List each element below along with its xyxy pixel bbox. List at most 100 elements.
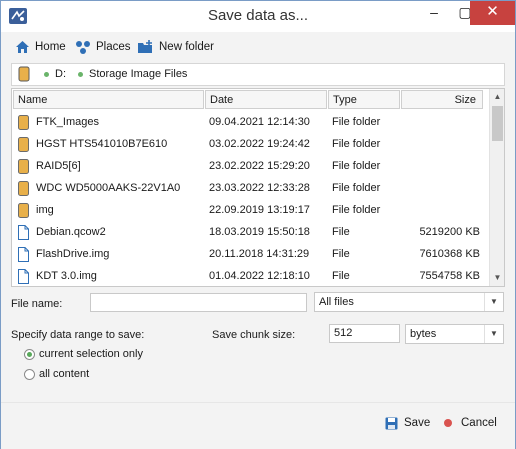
save-button[interactable]: Save bbox=[385, 415, 430, 431]
folder-icon bbox=[18, 115, 29, 130]
cancel-icon bbox=[444, 419, 452, 427]
cancel-label: Cancel bbox=[461, 417, 497, 429]
radio-current-selection-label[interactable]: current selection only bbox=[39, 348, 143, 360]
chevron-down-icon[interactable]: ▼ bbox=[484, 325, 503, 343]
chunk-unit-select[interactable]: bytes ▼ bbox=[405, 324, 504, 344]
save-icon bbox=[385, 417, 398, 429]
column-header-type[interactable]: Type bbox=[328, 90, 400, 109]
new-folder-label: New folder bbox=[159, 41, 214, 53]
file-row[interactable]: Debian.qcow2 18.03.2019 15:50:18 File 52192… bbox=[12, 221, 489, 243]
file-date-cell: 23.03.2022 12:33:28 bbox=[209, 182, 310, 194]
file-type-cell: File folder bbox=[332, 116, 381, 128]
vertical-scrollbar[interactable]: ▲ ▼ bbox=[489, 89, 504, 286]
file-row[interactable]: img 22.09.2019 13:19:17 File folder bbox=[12, 199, 489, 221]
folder-icon bbox=[18, 181, 29, 196]
file-list[interactable]: Name Date Type Size FTK_Images 09.04.2021… bbox=[11, 88, 505, 287]
column-header-date[interactable]: Date bbox=[205, 90, 327, 109]
breadcrumb-label: D: bbox=[55, 68, 66, 80]
file-row[interactable]: RAID5[6] 23.02.2022 15:29:20 File folder bbox=[12, 155, 489, 177]
file-size-cell bbox=[404, 111, 480, 133]
places-button[interactable]: Places bbox=[75, 39, 131, 55]
chevron-down-icon[interactable]: ▼ bbox=[484, 293, 503, 311]
file-name-cell: WDC WD5000AAKS-22V1A0 bbox=[36, 182, 181, 194]
file-date-cell: 09.04.2021 12:14:30 bbox=[209, 116, 310, 128]
folder-icon bbox=[18, 159, 29, 174]
home-button[interactable]: Home bbox=[15, 39, 66, 55]
column-header-size[interactable]: Size bbox=[401, 90, 483, 109]
data-range-label: Specify data range to save: bbox=[11, 329, 145, 341]
dialog-footer: Save Cancel bbox=[1, 402, 515, 449]
file-date-cell: 01.04.2022 12:18:10 bbox=[209, 270, 310, 282]
file-icon bbox=[18, 247, 29, 262]
scroll-up-icon[interactable]: ▲ bbox=[490, 89, 504, 104]
file-name-label: File name: bbox=[11, 298, 63, 310]
file-name-input[interactable] bbox=[90, 293, 307, 312]
file-date-cell: 03.02.2022 19:24:42 bbox=[209, 138, 310, 150]
chunk-unit-value: bytes bbox=[410, 328, 437, 340]
file-name-cell: Debian.qcow2 bbox=[36, 226, 106, 238]
file-type-select[interactable]: All files ▼ bbox=[314, 292, 504, 312]
folder-icon bbox=[18, 203, 29, 218]
cancel-button[interactable]: Cancel bbox=[444, 415, 497, 431]
minimize-icon[interactable]: – bbox=[419, 1, 449, 25]
file-date-cell: 22.09.2019 13:19:17 bbox=[209, 204, 310, 216]
column-header-name[interactable]: Name bbox=[13, 90, 204, 109]
save-label: Save bbox=[404, 417, 431, 429]
file-type-cell: File bbox=[332, 226, 350, 238]
file-size-cell bbox=[404, 133, 480, 155]
radio-current-selection[interactable] bbox=[24, 349, 35, 360]
file-row[interactable]: FTK_Images 09.04.2021 12:14:30 File folder bbox=[12, 111, 489, 133]
file-size-cell: 5219200 KB bbox=[419, 226, 480, 238]
file-name-cell: FTK_Images bbox=[36, 116, 99, 128]
file-size-cell: 7554758 KB bbox=[419, 270, 480, 282]
home-icon bbox=[16, 41, 29, 53]
drive-icon bbox=[18, 66, 30, 82]
scrollbar-thumb[interactable] bbox=[492, 106, 503, 141]
file-name-cell: img bbox=[36, 204, 54, 216]
toolbar: Home Places New folder bbox=[1, 33, 515, 61]
file-size-cell bbox=[404, 199, 480, 221]
file-type-cell: File folder bbox=[332, 204, 381, 216]
radio-all-content[interactable] bbox=[24, 369, 35, 380]
save-data-dialog: Save data as... – ▢ ✕ Home Places New fo… bbox=[0, 0, 516, 449]
file-date-cell: 23.02.2022 15:29:20 bbox=[209, 160, 310, 172]
file-name-cell: RAID5[6] bbox=[36, 160, 81, 172]
file-row[interactable]: WDC WD5000AAKS-22V1A0 23.03.2022 12:33:28… bbox=[12, 177, 489, 199]
places-label: Places bbox=[96, 41, 131, 53]
radio-all-content-label[interactable]: all content bbox=[39, 368, 89, 380]
path-breadcrumb[interactable]: D: Storage Image Files bbox=[11, 63, 505, 86]
new-folder-button[interactable]: New folder bbox=[137, 39, 214, 55]
file-date-cell: 18.03.2019 15:50:18 bbox=[209, 226, 310, 238]
home-label: Home bbox=[35, 41, 66, 53]
file-name-cell: FlashDrive.img bbox=[36, 248, 110, 260]
file-type-cell: File folder bbox=[332, 138, 381, 150]
file-row[interactable]: KDT 3.0.img 01.04.2022 12:18:10 File 755475… bbox=[12, 265, 489, 286]
breadcrumb-item-folder[interactable]: Storage Image Files bbox=[78, 68, 187, 80]
file-type-cell: File bbox=[332, 248, 350, 260]
chunk-size-label: Save chunk size: bbox=[212, 329, 296, 341]
file-row[interactable]: FlashDrive.img 20.11.2018 14:31:29 File 761… bbox=[12, 243, 489, 265]
file-icon bbox=[18, 225, 29, 240]
chunk-size-input[interactable]: 512 bbox=[329, 324, 400, 343]
title-bar: Save data as... – ▢ ✕ bbox=[1, 1, 515, 32]
scroll-down-icon[interactable]: ▼ bbox=[490, 270, 504, 285]
file-type-cell: File folder bbox=[332, 182, 381, 194]
file-list-header: Name Date Type Size bbox=[12, 89, 489, 111]
crumb-dot-icon bbox=[44, 71, 49, 77]
file-row[interactable]: HGST HTS541010B7E610 03.02.2022 19:24:42 F… bbox=[12, 133, 489, 155]
file-date-cell: 20.11.2018 14:31:29 bbox=[209, 248, 310, 260]
file-icon bbox=[18, 269, 29, 284]
file-size-cell bbox=[404, 177, 480, 199]
file-type-cell: File bbox=[332, 270, 350, 282]
breadcrumb-item-drive[interactable]: D: bbox=[44, 68, 66, 80]
crumb-dot-icon bbox=[78, 71, 83, 77]
folder-icon bbox=[18, 137, 29, 152]
breadcrumb-label: Storage Image Files bbox=[89, 68, 188, 80]
new-folder-icon bbox=[138, 40, 152, 53]
file-size-cell: 7610368 KB bbox=[419, 248, 480, 260]
close-icon[interactable]: ✕ bbox=[470, 1, 515, 25]
places-icon bbox=[76, 41, 90, 54]
file-type-cell: File folder bbox=[332, 160, 381, 172]
file-type-value: All files bbox=[319, 296, 354, 308]
file-name-cell: HGST HTS541010B7E610 bbox=[36, 138, 168, 150]
